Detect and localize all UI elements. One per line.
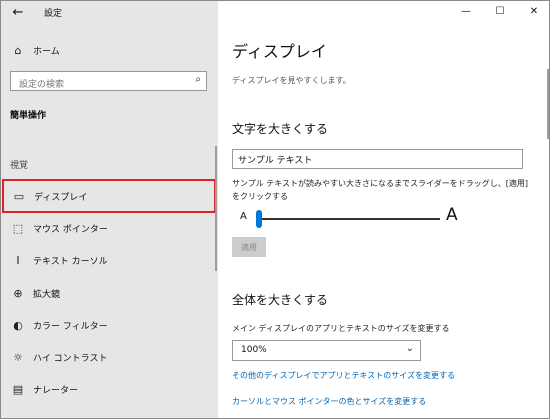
apply-button[interactable]: 適用 bbox=[232, 237, 266, 257]
page-description: ディスプレイを見やすくします。 bbox=[232, 76, 351, 85]
sidebar-item-high-contrast[interactable]: ☼ ハイ コントラスト bbox=[1, 342, 218, 372]
sidebar-item-label: ディスプレイ bbox=[34, 192, 88, 203]
other-display-link[interactable]: その他のディスプレイでアプリとテキストのサイズを変更する bbox=[232, 370, 455, 381]
sidebar-scrollbar[interactable] bbox=[215, 146, 217, 271]
window-controls: — ☐ ✕ bbox=[449, 1, 549, 23]
sidebar-item-magnifier[interactable]: ⊕ 拡大鏡 bbox=[1, 278, 218, 308]
app-title: 設定 bbox=[44, 9, 63, 19]
text-size-heading: 文字を大きくする bbox=[232, 122, 329, 136]
sidebar-item-label: カラー フィルター bbox=[33, 321, 108, 332]
main-panel: — ☐ ✕ ディスプレイ ディスプレイを見やすくします。 文字を大きくする サン… bbox=[218, 1, 549, 418]
group-title: 視覚 bbox=[10, 161, 29, 171]
search-icon[interactable]: ⌕ bbox=[195, 74, 201, 85]
sidebar-item-label: ナレーター bbox=[33, 385, 79, 396]
sidebar-item-label: マウス ポインター bbox=[33, 224, 108, 235]
sidebar-item-color-filter[interactable]: ◐ カラー フィルター bbox=[1, 310, 218, 340]
sidebar-item-display[interactable]: ▭ ディスプレイ bbox=[2, 179, 216, 213]
text-size-slider-track[interactable] bbox=[256, 218, 440, 220]
sample-text-box: サンプル テキスト bbox=[232, 149, 523, 169]
main-scrollbar[interactable] bbox=[547, 69, 549, 139]
color-filter-icon: ◐ bbox=[13, 318, 23, 332]
sidebar-item-label: テキスト カーソル bbox=[33, 256, 108, 267]
page-title: ディスプレイ bbox=[232, 42, 327, 61]
search-input[interactable] bbox=[11, 76, 181, 94]
high-contrast-icon: ☼ bbox=[13, 350, 23, 364]
cursor-pointer-link[interactable]: カーソルとマウス ポインターの色とサイズを変更する bbox=[232, 396, 426, 407]
minimize-icon[interactable]: — bbox=[449, 1, 483, 23]
narrator-icon: ▤ bbox=[12, 382, 24, 396]
sidebar-item-label: 拡大鏡 bbox=[33, 289, 61, 300]
nav-home-label: ホーム bbox=[33, 46, 60, 57]
text-cursor-icon: Ⅰ bbox=[16, 253, 20, 267]
nav-home[interactable]: ⌂ ホーム bbox=[1, 35, 218, 65]
sidebar: ← 設定 ⌂ ホーム ⌕ 簡単操作 視覚 ▭ ディスプレイ ⬚ マウス ポインタ… bbox=[1, 1, 218, 418]
scale-value: 100% bbox=[241, 345, 267, 355]
slider-hint: サンプル テキストが読みやすい大きさになるまでスライダーをドラッグし、[適用] … bbox=[232, 179, 528, 201]
slider-max-label: A bbox=[446, 205, 458, 225]
sidebar-item-text-cursor[interactable]: Ⅰ テキスト カーソル bbox=[1, 245, 218, 275]
scale-dropdown[interactable]: 100% ⌄ bbox=[232, 340, 421, 361]
sidebar-item-label: ハイ コントラスト bbox=[33, 353, 108, 364]
close-icon[interactable]: ✕ bbox=[517, 1, 549, 23]
section-title: 簡単操作 bbox=[10, 111, 47, 121]
scale-heading: 全体を大きくする bbox=[232, 293, 329, 307]
settings-window: ← 設定 ⌂ ホーム ⌕ 簡単操作 視覚 ▭ ディスプレイ ⬚ マウス ポインタ… bbox=[0, 0, 550, 419]
chevron-down-icon: ⌄ bbox=[405, 343, 414, 354]
home-icon: ⌂ bbox=[14, 43, 22, 57]
slider-min-label: A bbox=[240, 211, 247, 222]
scale-label: メイン ディスプレイのアプリとテキストのサイズを変更する bbox=[232, 324, 450, 333]
back-arrow-icon[interactable]: ← bbox=[7, 3, 29, 23]
monitor-icon: ▭ bbox=[13, 189, 25, 203]
magnifier-icon: ⊕ bbox=[13, 286, 23, 300]
maximize-icon[interactable]: ☐ bbox=[483, 1, 517, 23]
mouse-pointer-icon: ⬚ bbox=[12, 221, 24, 235]
sidebar-item-mouse-pointer[interactable]: ⬚ マウス ポインター bbox=[1, 213, 218, 243]
text-size-slider-thumb[interactable] bbox=[256, 210, 262, 228]
sidebar-item-narrator[interactable]: ▤ ナレーター bbox=[1, 374, 218, 404]
search-box[interactable]: ⌕ bbox=[10, 71, 207, 94]
